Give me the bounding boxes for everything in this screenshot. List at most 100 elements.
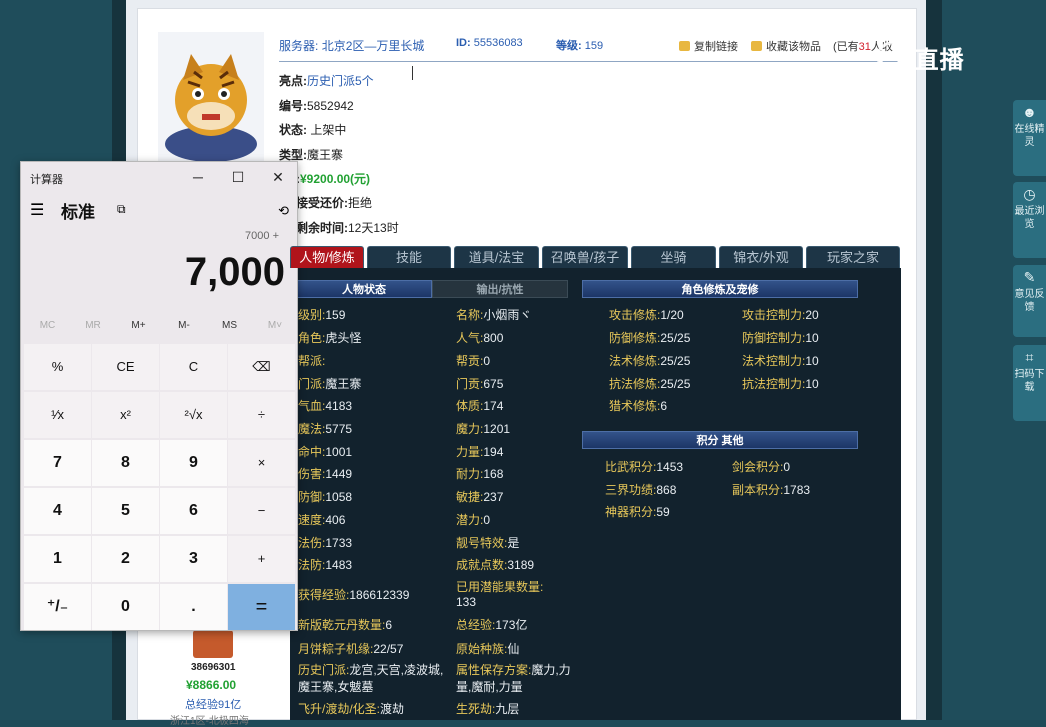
key-15[interactable]: − [228, 488, 295, 534]
maximize-button[interactable]: ☐ [223, 166, 253, 188]
section-char-status[interactable]: 人物状态 [296, 280, 432, 298]
left-stat-6: 命中:1001 [298, 443, 352, 460]
side-item-3[interactable]: ⌗ 扫码下载 [1013, 345, 1046, 421]
points-0-value: 1453 [656, 460, 684, 474]
life-status: 生死劫:九层 [456, 700, 576, 717]
level-value: 159 [584, 40, 604, 52]
side-item-2[interactable]: ✎ 意见反馈 [1013, 265, 1046, 337]
seller-thumbnail[interactable] [193, 630, 233, 658]
key-12[interactable]: 4 [24, 488, 91, 534]
fly-status: 飞升/渡劫/化圣:渡劫 [298, 700, 448, 717]
tab-6[interactable]: 玩家之家 [806, 246, 900, 268]
key-11[interactable]: × [228, 440, 295, 486]
mem-button-5[interactable]: M˅ [253, 320, 298, 331]
key-13[interactable]: 5 [92, 488, 159, 534]
mid-stat-10-label: 靓号特效: [456, 536, 508, 550]
cult2-3-label: 抗法控制力: [742, 377, 806, 391]
history-icon[interactable]: ⟲ [278, 203, 289, 219]
favorite-button[interactable]: 收藏该物品 [751, 38, 821, 54]
key-10[interactable]: 9 [160, 440, 227, 486]
mid-stat-11-label: 成就点数: [456, 558, 508, 572]
key-19[interactable]: + [228, 536, 295, 582]
key-2[interactable]: C [160, 344, 227, 390]
tab-3[interactable]: 召唤兽/孩子 [542, 246, 628, 268]
key-6[interactable]: ²√x [160, 392, 227, 438]
menu-icon[interactable]: ☰ [30, 200, 44, 220]
keep-on-top-icon[interactable]: ⧉ [117, 202, 126, 217]
mid-stat-0: 名称:小烟雨ヾ [456, 306, 531, 323]
key-23[interactable]: = [228, 584, 295, 630]
mid-stat-3: 门贡:675 [456, 375, 503, 392]
life-status-value: 九层 [495, 702, 520, 716]
mid-stat-12-value: 133 [456, 595, 477, 609]
cult2-1: 防御控制力:10 [742, 329, 819, 346]
bargain-value: 拒绝 [348, 196, 373, 210]
key-21[interactable]: 0 [92, 584, 159, 630]
life-status-label: 生死劫: [456, 702, 496, 716]
key-16[interactable]: 1 [24, 536, 91, 582]
mid-stat-14-label: 原始种族: [456, 642, 508, 656]
left-stat-5: 魔法:5775 [298, 420, 352, 437]
cult-0: 攻击修炼:1/20 [609, 306, 684, 323]
points-1-value: 868 [656, 483, 677, 497]
code-value: 5852942 [307, 99, 354, 113]
tab-5[interactable]: 锦衣/外观 [719, 246, 803, 268]
mem-button-0[interactable]: MC [25, 320, 70, 331]
key-20[interactable]: ⁺/₋ [24, 584, 91, 630]
left-stat-3-label: 门派: [298, 377, 326, 391]
minimize-button[interactable]: ─ [183, 166, 213, 188]
tab-0[interactable]: 人物/修炼 [290, 246, 364, 268]
left-stat-2-label: 帮派: [298, 354, 326, 368]
tab-4[interactable]: 坐骑 [631, 246, 716, 268]
calc-display: 7,000 [184, 250, 285, 294]
mem-button-4[interactable]: MS [207, 320, 252, 331]
side-1-icon: ◷ [1023, 186, 1036, 202]
mem-button-3[interactable]: M- [162, 320, 207, 331]
cult2-0: 攻击控制力:20 [742, 306, 819, 323]
left-stat-5-value: 5775 [325, 422, 353, 436]
mid-stat-12: 已用潜能果数量: 133 [456, 578, 576, 609]
left-stat-8-label: 防御: [298, 490, 326, 504]
key-14[interactable]: 6 [160, 488, 227, 534]
copy-link-button[interactable]: 复制链接 [679, 38, 738, 54]
key-9[interactable]: 8 [92, 440, 159, 486]
cult-1-value: 25/25 [660, 331, 691, 345]
left-stat-0: 级别:159 [298, 306, 345, 323]
cult-4: 猎术修炼:6 [609, 397, 667, 414]
key-18[interactable]: 3 [160, 536, 227, 582]
section-output[interactable]: 输出/抗性 [432, 280, 568, 298]
key-8[interactable]: 7 [24, 440, 91, 486]
favorite-icon [751, 41, 762, 51]
key-17[interactable]: 2 [92, 536, 159, 582]
tab-2[interactable]: 道具/法宝 [454, 246, 539, 268]
server-label: 服务器: [279, 39, 319, 53]
left-stat-0-label: 级别: [298, 308, 326, 322]
side-0-label: 在线精灵 [1014, 124, 1045, 148]
key-1[interactable]: CE [92, 344, 159, 390]
left-stat-11-value: 1483 [325, 558, 353, 572]
key-4[interactable]: ¹⁄x [24, 392, 91, 438]
cult-3-label: 抗法修炼: [609, 377, 661, 391]
side-item-1[interactable]: ◷ 最近浏览 [1013, 182, 1046, 258]
left-stat-9-value: 406 [325, 513, 346, 527]
key-22[interactable]: . [160, 584, 227, 630]
key-7[interactable]: ÷ [228, 392, 295, 438]
points2-0-value: 0 [783, 460, 791, 474]
left-stat-4: 气血:4183 [298, 397, 352, 414]
mem-button-1[interactable]: MR [71, 320, 116, 331]
key-0[interactable]: % [24, 344, 91, 390]
close-button[interactable]: ✕ [263, 166, 293, 188]
key-5[interactable]: x² [92, 392, 159, 438]
side-item-0[interactable]: ☻ 在线精灵 [1013, 100, 1046, 176]
left-stat-10-value: 1733 [325, 536, 353, 550]
cult2-1-label: 防御控制力: [742, 331, 806, 345]
mid-stat-6-value: 194 [483, 445, 504, 459]
side-3-icon: ⌗ [1025, 349, 1034, 365]
cult-3-value: 25/25 [660, 377, 691, 391]
seller-id: 38696301 [191, 662, 236, 673]
key-3[interactable]: ⌫ [228, 344, 295, 390]
calculator-window[interactable]: 计算器 ─ ☐ ✕ ☰ 标准 ⧉ ⟲ 7000 + 7,000 MC MR M+ M-… [20, 161, 298, 631]
tab-1[interactable]: 技能 [367, 246, 451, 268]
id-label: ID: [456, 37, 471, 49]
mem-button-2[interactable]: M+ [116, 320, 161, 331]
